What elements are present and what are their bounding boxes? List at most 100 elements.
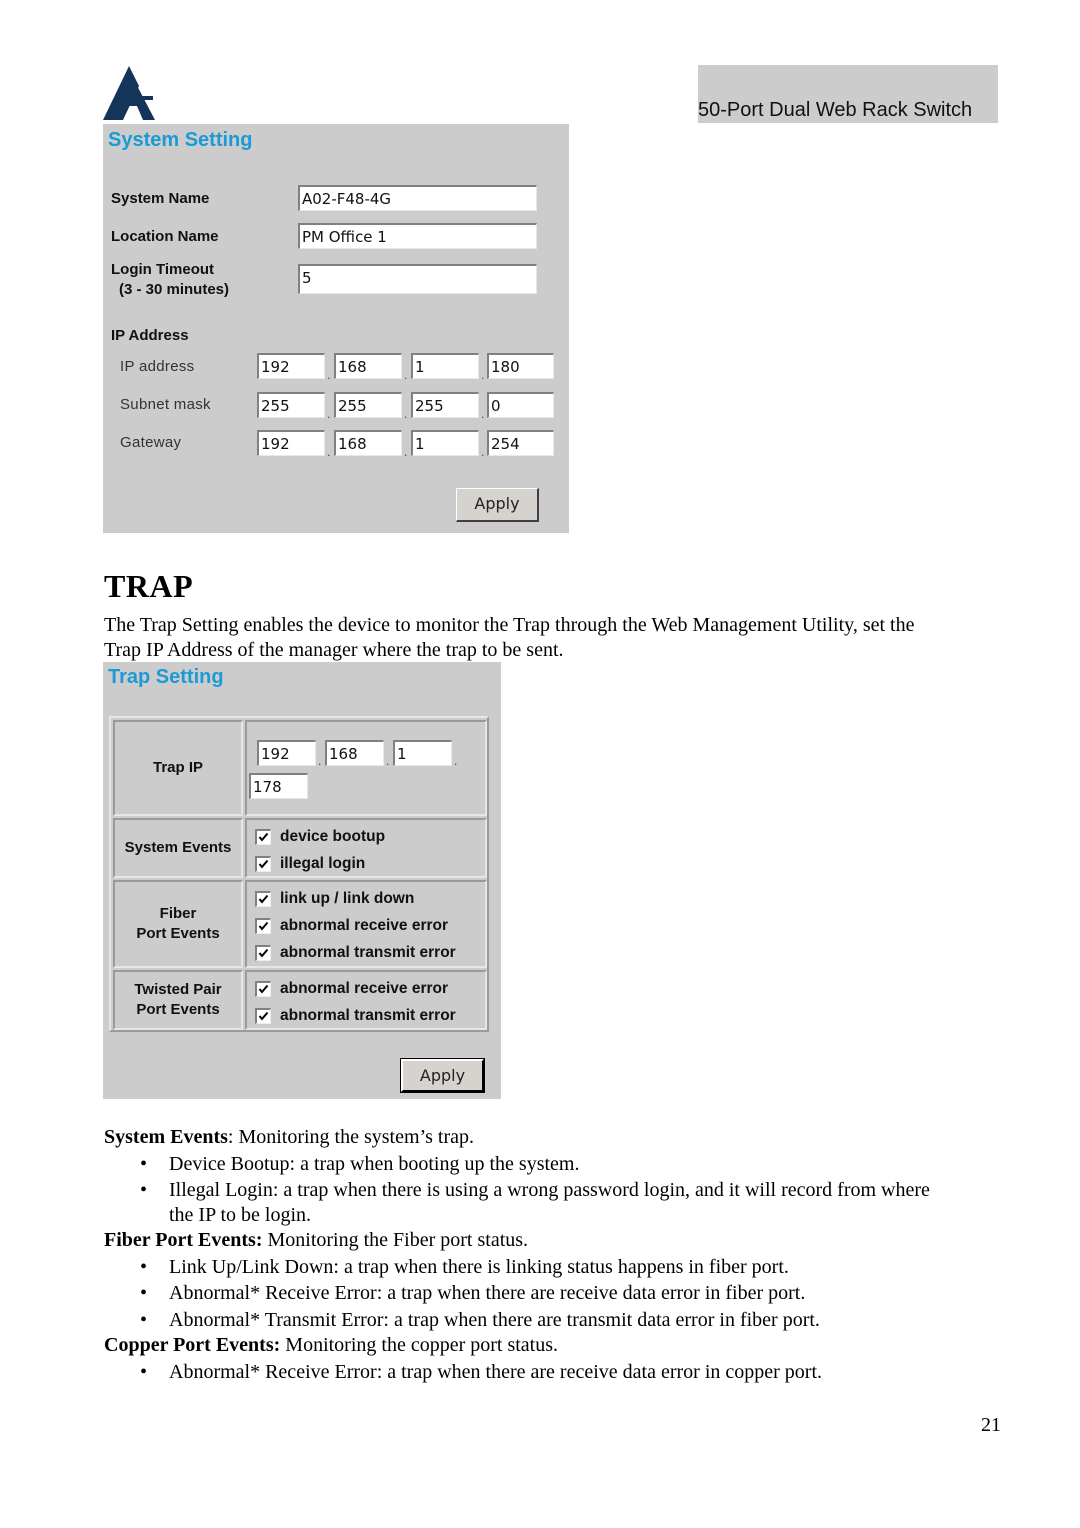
page-number: 21 xyxy=(981,1414,1001,1436)
trap-ip-octet-3-input[interactable]: 1 xyxy=(393,740,452,766)
copper-events-text: Monitoring the copper port status. xyxy=(280,1334,559,1356)
twisted-pair-port-events-label: Twisted Pair Port Events xyxy=(113,970,243,1030)
trap-ip-octet-4-input[interactable]: 178 xyxy=(249,773,308,799)
subnet-mask-label: Subnet mask xyxy=(120,396,211,413)
device-bootup-label: device bootup xyxy=(280,828,386,845)
bullet-icon: • xyxy=(140,1361,148,1383)
system-events-description: System Events: Monitoring the system’s t… xyxy=(104,1125,474,1150)
bullet-icon: • xyxy=(140,1256,148,1278)
trap-intro-line2: Trap IP Address of the manager where the… xyxy=(104,639,564,661)
tp-receive-error-checkbox[interactable] xyxy=(255,981,271,997)
fiber-transmit-error-checkbox-row[interactable]: abnormal transmit error xyxy=(255,944,456,962)
trap-ip-octet-2-input[interactable]: 168 xyxy=(325,740,384,766)
bullet-icon: • xyxy=(140,1153,148,1175)
fiber-events-text: Monitoring the Fiber port status. xyxy=(262,1229,529,1251)
fiber-link-updown-label: link up / link down xyxy=(280,890,415,907)
system-name-label: System Name xyxy=(111,190,210,207)
trap-ip-label: Trap IP xyxy=(113,720,243,816)
system-events-label: System Events xyxy=(113,818,243,878)
bullet-illegal-login-cont: the IP to be login. xyxy=(169,1204,312,1226)
subnet-octet-4-input[interactable]: 0 xyxy=(487,392,554,418)
bullet-link-updown: Link Up/Link Down: a trap when there is … xyxy=(169,1256,789,1278)
fiber-receive-error-checkbox[interactable] xyxy=(255,918,271,934)
tp-receive-error-label: abnormal receive error xyxy=(280,980,449,997)
login-timeout-input[interactable]: 5 xyxy=(298,264,537,294)
ip-octet-2-input[interactable]: 168 xyxy=(334,353,402,379)
system-setting-title: System Setting xyxy=(108,129,253,151)
fiber-receive-error-label: abnormal receive error xyxy=(280,917,449,934)
trap-ip-octet-1-input[interactable]: 192 xyxy=(257,740,316,766)
bullet-illegal-login: Illegal Login: a trap when there is usin… xyxy=(169,1179,930,1201)
ip-octet-1-input[interactable]: 192 xyxy=(257,353,325,379)
fiber-port-events-cell: link up / link down abnormal receive err… xyxy=(245,880,487,968)
system-events-cell: device bootup illegal login xyxy=(245,818,487,878)
login-timeout-hint: (3 - 30 minutes) xyxy=(119,281,230,298)
system-name-input[interactable]: A02-F48-4G xyxy=(298,185,537,211)
system-events-term: System Events xyxy=(104,1126,228,1148)
octet-separator: . xyxy=(327,368,331,382)
gateway-octet-1-input[interactable]: 192 xyxy=(257,430,325,456)
tp-transmit-error-checkbox[interactable] xyxy=(255,1008,271,1024)
gateway-label: Gateway xyxy=(120,434,182,451)
tp-receive-error-checkbox-row[interactable]: abnormal receive error xyxy=(255,980,448,998)
fiber-receive-error-checkbox-row[interactable]: abnormal receive error xyxy=(255,917,448,935)
trap-intro-line1: The Trap Setting enables the device to m… xyxy=(104,614,915,636)
gateway-octet-4-input[interactable]: 254 xyxy=(487,430,554,456)
gateway-octet-3-input[interactable]: 1 xyxy=(411,430,479,456)
fiber-link-updown-checkbox-row[interactable]: link up / link down xyxy=(255,890,414,908)
login-timeout-label: Login Timeout xyxy=(111,261,215,278)
atlantis-logo-icon xyxy=(103,66,155,120)
ip-octet-3-input[interactable]: 1 xyxy=(411,353,479,379)
illegal-login-checkbox[interactable] xyxy=(255,856,271,872)
trap-ip-cell: 192 . 168 . 1 . 178 xyxy=(245,720,487,816)
octet-separator: . xyxy=(481,368,485,382)
octet-separator: . xyxy=(327,445,331,459)
octet-separator: . xyxy=(318,754,322,768)
bullet-icon: • xyxy=(140,1309,148,1331)
fiber-transmit-error-checkbox[interactable] xyxy=(255,945,271,961)
octet-separator: . xyxy=(327,407,331,421)
fiber-events-description: Fiber Port Events: Monitoring the Fiber … xyxy=(104,1228,528,1253)
trap-setting-panel: Trap Setting Trap IP 192 . 168 . 1 . 178… xyxy=(103,662,501,1099)
tp-transmit-error-checkbox-row[interactable]: abnormal transmit error xyxy=(255,1007,456,1025)
checkmark-icon xyxy=(258,894,269,904)
checkmark-icon xyxy=(258,832,269,842)
device-bootup-checkbox[interactable] xyxy=(255,829,271,845)
trap-heading: TRAP xyxy=(104,568,194,604)
checkmark-icon xyxy=(258,948,269,958)
illegal-login-label: illegal login xyxy=(280,855,366,872)
fiber-label-line1: Fiber xyxy=(159,905,197,922)
subnet-octet-3-input[interactable]: 255 xyxy=(411,392,479,418)
system-events-label-text: System Events xyxy=(124,839,232,856)
octet-separator: . xyxy=(481,445,485,459)
octet-separator: . xyxy=(404,445,408,459)
bullet-icon: • xyxy=(140,1282,148,1304)
bullet-fiber-receive-error: Abnormal* Receive Error: a trap when the… xyxy=(169,1282,806,1304)
bullet-fiber-transmit-error: Abnormal* Transmit Error: a trap when th… xyxy=(169,1309,820,1331)
fiber-port-events-label: Fiber Port Events xyxy=(113,880,243,968)
copper-events-description: Copper Port Events: Monitoring the coppe… xyxy=(104,1333,558,1358)
subnet-octet-2-input[interactable]: 255 xyxy=(334,392,402,418)
fiber-link-updown-checkbox[interactable] xyxy=(255,891,271,907)
gateway-octet-2-input[interactable]: 168 xyxy=(334,430,402,456)
octet-separator: . xyxy=(454,754,458,768)
fiber-transmit-error-label: abnormal transmit error xyxy=(280,944,456,961)
checkmark-icon xyxy=(258,859,269,869)
twisted-label-line2: Port Events xyxy=(136,1001,220,1018)
location-name-input[interactable]: PM Office 1 xyxy=(298,223,537,249)
checkmark-icon xyxy=(258,921,269,931)
trap-setting-title: Trap Setting xyxy=(108,666,224,688)
system-events-text: : Monitoring the system’s trap. xyxy=(227,1126,474,1148)
system-apply-button[interactable]: Apply xyxy=(456,488,539,522)
checkmark-icon xyxy=(258,1011,269,1021)
ip-address-section-label: IP Address xyxy=(111,327,189,344)
fiber-events-term: Fiber Port Events: xyxy=(104,1229,263,1251)
ip-octet-4-input[interactable]: 180 xyxy=(487,353,554,379)
device-bootup-checkbox-row[interactable]: device bootup xyxy=(255,828,385,846)
subnet-octet-1-input[interactable]: 255 xyxy=(257,392,325,418)
trap-apply-button[interactable]: Apply xyxy=(400,1058,485,1093)
ip-address-label: IP address xyxy=(120,358,195,375)
illegal-login-checkbox-row[interactable]: illegal login xyxy=(255,855,365,873)
bullet-copper-receive-error: Abnormal* Receive Error: a trap when the… xyxy=(169,1361,823,1383)
octet-separator: . xyxy=(404,368,408,382)
